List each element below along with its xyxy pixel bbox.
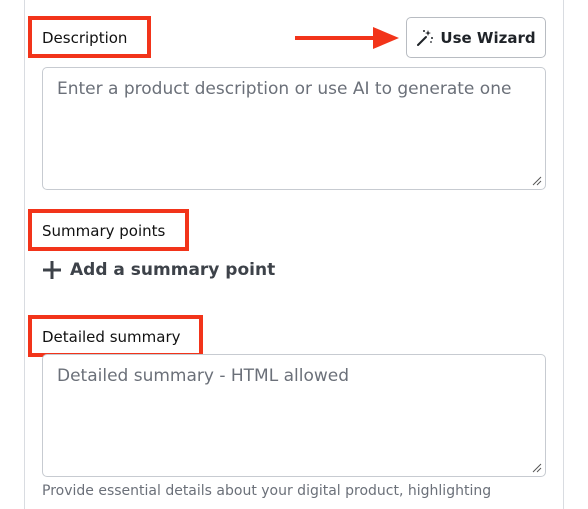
form-left-border bbox=[24, 0, 25, 509]
add-summary-point-label: Add a summary point bbox=[70, 260, 276, 280]
magic-wand-icon bbox=[417, 29, 434, 46]
detailed-summary-textarea[interactable]: Detailed summary - HTML allowed bbox=[42, 354, 546, 477]
arrow-right-icon bbox=[295, 27, 399, 49]
form-right-border bbox=[563, 0, 564, 509]
add-summary-point-button[interactable]: Add a summary point bbox=[42, 260, 275, 280]
detailed-summary-help-text: Provide essential details about your dig… bbox=[42, 483, 492, 499]
resize-grip-icon[interactable] bbox=[532, 176, 542, 186]
use-wizard-button[interactable]: Use Wizard bbox=[406, 17, 546, 58]
plus-icon bbox=[43, 261, 61, 279]
detailed-summary-placeholder: Detailed summary - HTML allowed bbox=[57, 366, 350, 386]
description-placeholder: Enter a product description or use AI to… bbox=[57, 79, 512, 99]
detailed-summary-label: Detailed summary bbox=[42, 328, 181, 346]
resize-grip-icon[interactable] bbox=[532, 463, 542, 473]
use-wizard-label: Use Wizard bbox=[440, 28, 536, 47]
description-textarea[interactable]: Enter a product description or use AI to… bbox=[42, 67, 546, 190]
summary-points-label: Summary points bbox=[42, 222, 166, 240]
description-label: Description bbox=[42, 29, 128, 47]
